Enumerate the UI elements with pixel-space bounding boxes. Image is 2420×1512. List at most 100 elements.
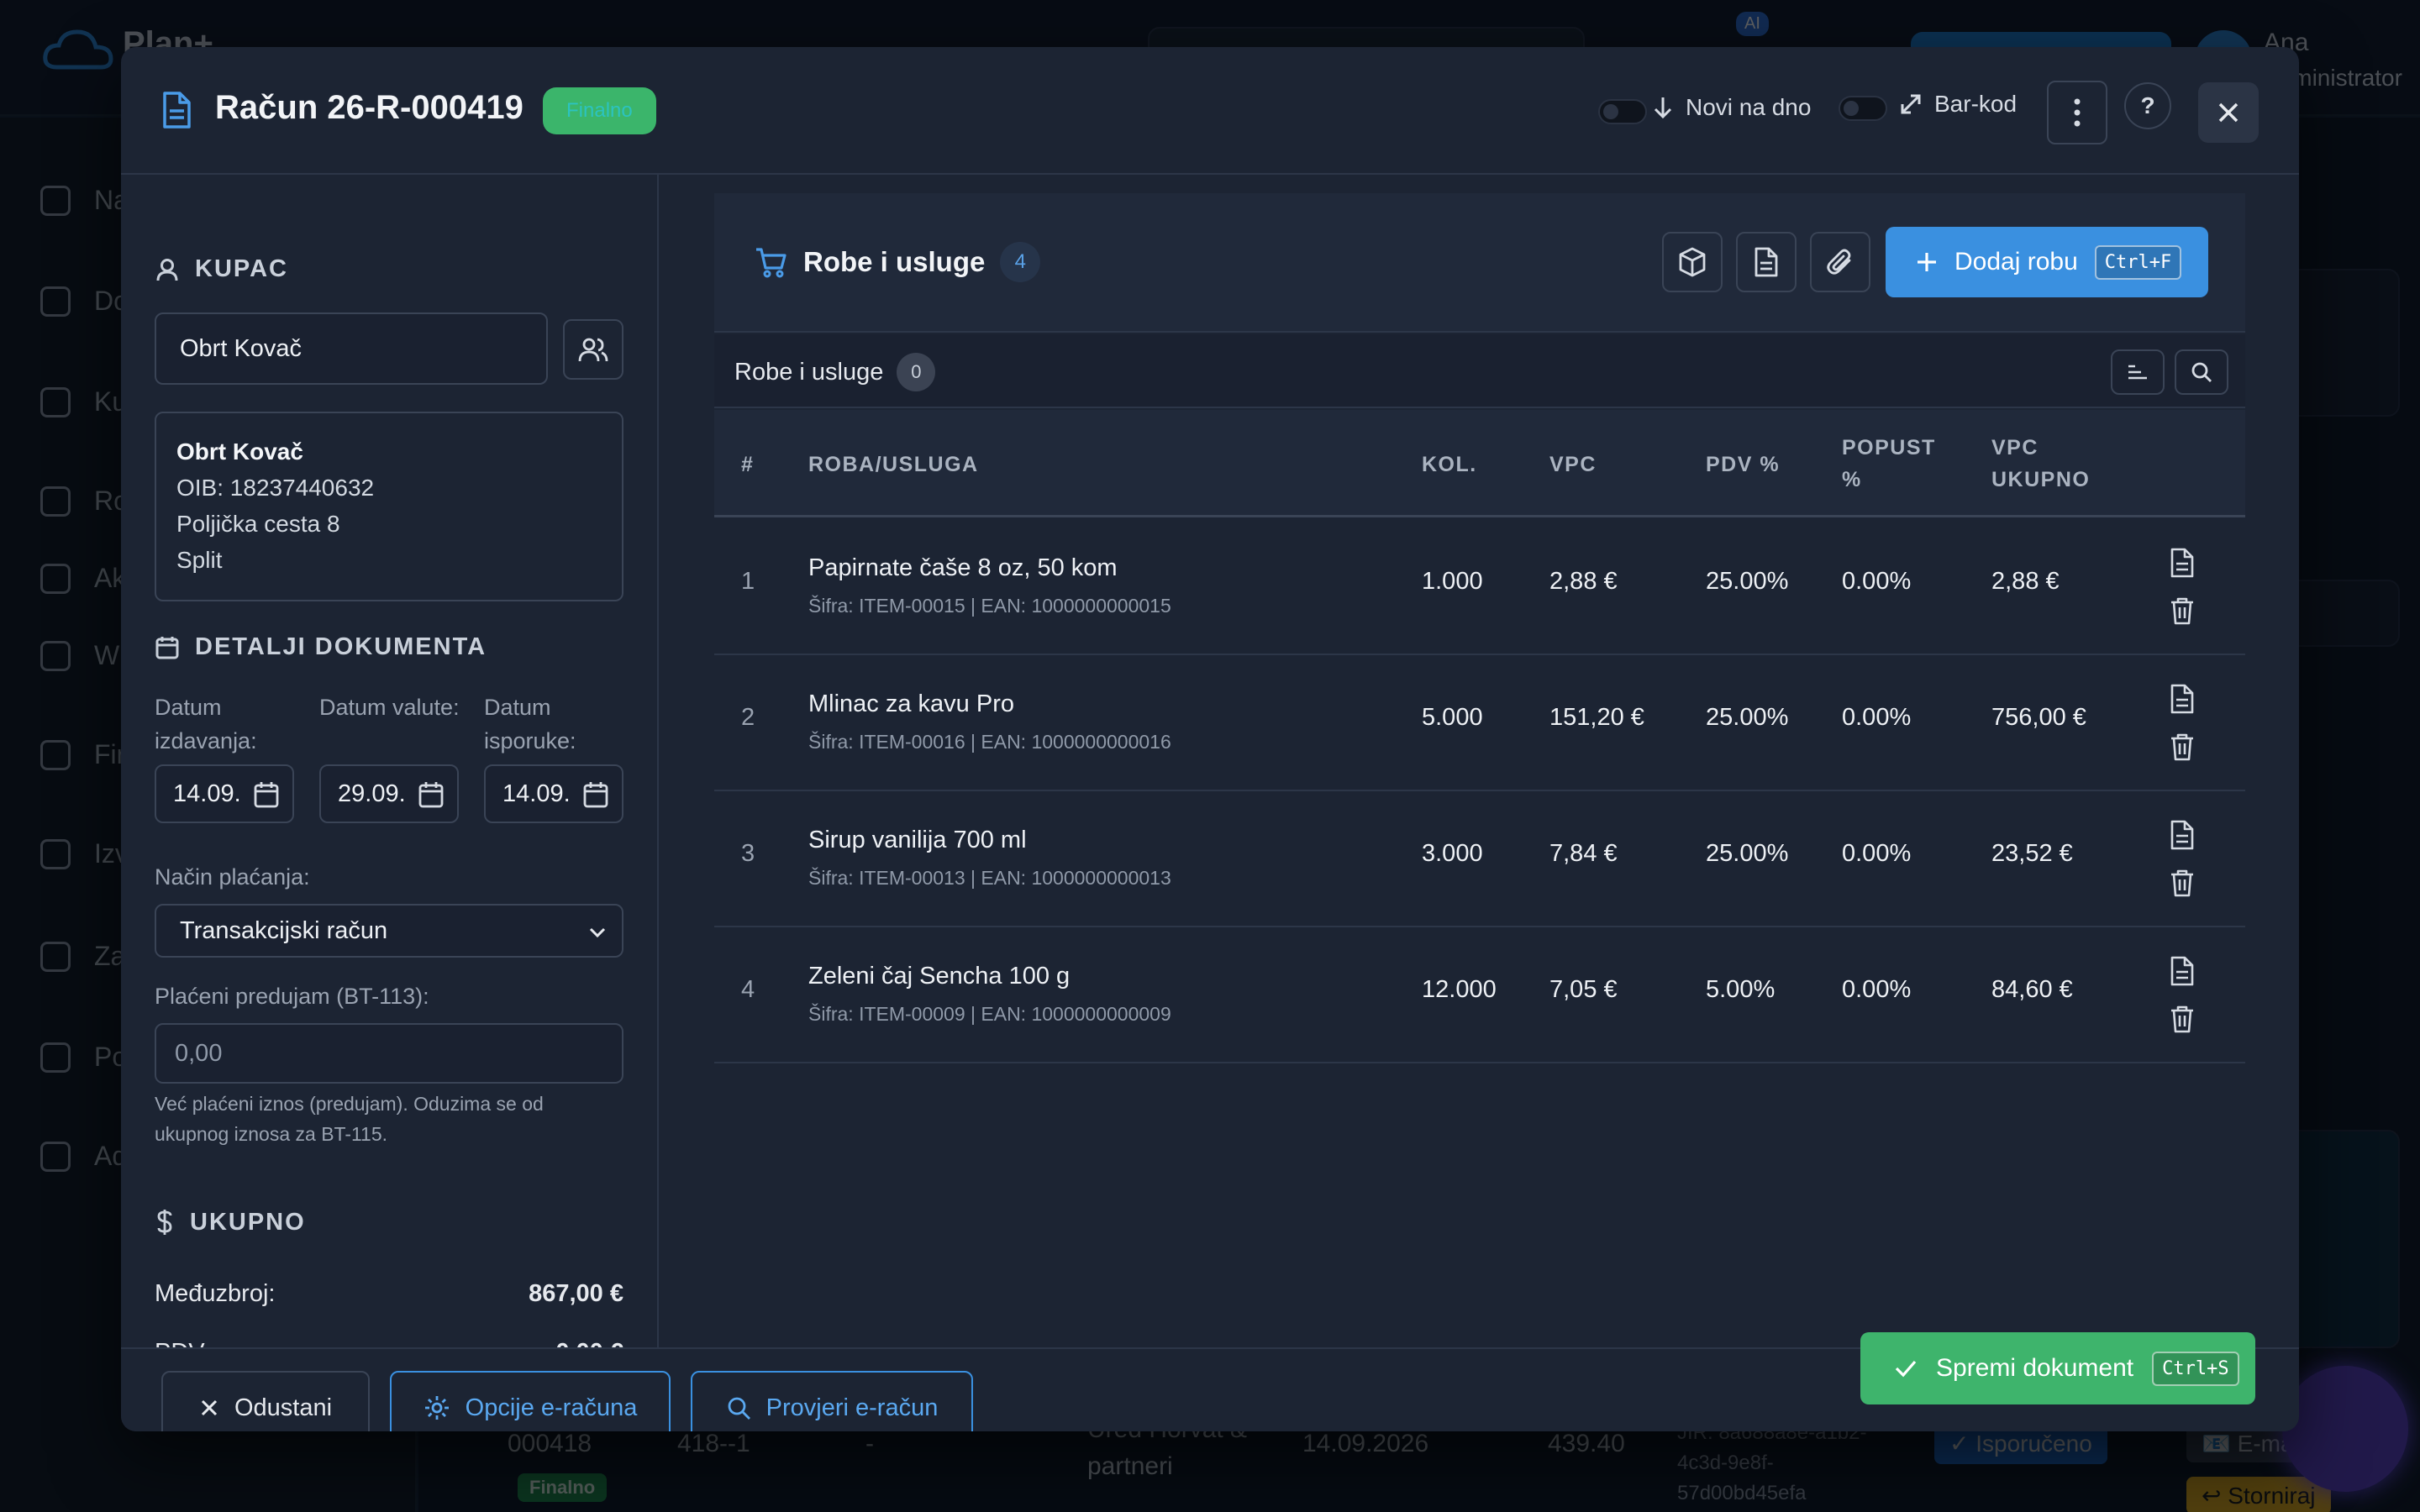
check-einvoice-button[interactable]: Provjeri e-račun: [691, 1371, 973, 1431]
items-table-header: # ROBA/USLUGA KOL. VPC PDV % POPUST % VP…: [714, 410, 2245, 517]
customer-oib: OIB: 18237440632: [176, 475, 375, 501]
vat-label: PDV:: [155, 1339, 211, 1347]
col-index: #: [741, 453, 755, 476]
issue-date-label: Datum izdavanja:: [155, 695, 257, 753]
item-vpc[interactable]: 7,84 €: [1549, 840, 1618, 868]
chevron-down-icon: [589, 927, 606, 938]
items-panel: Robe i usluge 4 Dodaj robu Ctrl+F Robe i…: [714, 193, 2245, 1347]
edit-note-icon[interactable]: [2170, 956, 2195, 986]
item-vat[interactable]: 25.00%: [1706, 568, 1788, 596]
add-item-button[interactable]: Dodaj robu Ctrl+F: [1886, 227, 2208, 297]
save-document-button[interactable]: Spremi dokument Ctrl+S: [1860, 1332, 2255, 1404]
subtotal-row: Međuzbroj: 867,00 €: [155, 1280, 623, 1308]
barcode-toggle[interactable]: [1839, 96, 1887, 121]
table-row[interactable]: 1 Papirnate čaše 8 oz, 50 kom Šifra: ITE…: [714, 519, 2245, 655]
col-name: ROBA/USLUGA: [808, 453, 979, 476]
close-button[interactable]: [2198, 82, 2259, 143]
sort-icon: [2128, 365, 2147, 380]
trash-icon[interactable]: [2170, 596, 2195, 625]
item-code: Šifra: ITEM-00009 | EAN: 1000000000009: [808, 1003, 1171, 1025]
edit-note-icon[interactable]: [2170, 548, 2195, 578]
edit-note-icon[interactable]: [2170, 684, 2195, 714]
users-icon: [578, 338, 608, 362]
item-vat[interactable]: 25.00%: [1706, 704, 1788, 732]
modal-header: Račun 26-R-000419 Finalno Novi na dno Ba…: [121, 47, 2299, 175]
sort-button[interactable]: [2111, 349, 2165, 395]
item-discount[interactable]: 0.00%: [1842, 704, 1911, 732]
item-total: 2,88 €: [1991, 568, 2060, 595]
table-row[interactable]: 3 Sirup vanilija 700 ml Šifra: ITEM-0001…: [714, 791, 2245, 927]
delivery-date-input[interactable]: 14.09.: [484, 764, 623, 823]
item-discount[interactable]: 0.00%: [1842, 976, 1911, 1004]
gear-icon: [424, 1396, 449, 1420]
item-discount[interactable]: 0.00%: [1842, 840, 1911, 868]
vat-value: 0,00 €: [555, 1339, 623, 1347]
dollar-icon: [157, 1210, 172, 1235]
item-vpc[interactable]: 151,20 €: [1549, 704, 1644, 732]
col-vpc: VPC: [1549, 453, 1597, 476]
add-text-line-button[interactable]: [1736, 232, 1797, 292]
trash-icon[interactable]: [2170, 1005, 2195, 1033]
items-title: Robe i usluge 4: [755, 242, 1041, 282]
totals-section-title: UKUPNO: [155, 1208, 306, 1236]
edit-note-icon[interactable]: [2170, 820, 2195, 850]
item-vpc[interactable]: 7,05 €: [1549, 976, 1618, 1004]
customer-address: Poljička cesta 8: [176, 511, 340, 537]
new-at-bottom-label: Novi na dno: [1652, 94, 1811, 121]
customer-city: Split: [176, 547, 223, 573]
issue-date-input[interactable]: 14.09.: [155, 764, 294, 823]
item-vat[interactable]: 5.00%: [1706, 976, 1775, 1004]
arrow-down-icon: [1654, 97, 1672, 119]
table-row[interactable]: 2 Mlinac za kavu Pro Šifra: ITEM-00016 |…: [714, 655, 2245, 791]
due-date-label: Datum valute:: [319, 695, 460, 720]
item-vpc[interactable]: 2,88 €: [1549, 568, 1618, 596]
cancel-button[interactable]: Odustani: [161, 1371, 370, 1431]
user-icon: [156, 258, 178, 281]
pick-customer-button[interactable]: [563, 319, 623, 380]
customer-name: Obrt Kovač: [176, 438, 303, 465]
customer-info-card: Obrt Kovač OIB: 18237440632 Poljička ces…: [155, 412, 623, 601]
barcode-label: Bar-kod: [1899, 91, 2017, 118]
trash-icon[interactable]: [2170, 732, 2195, 761]
item-qty[interactable]: 3.000: [1422, 840, 1483, 868]
due-date-input[interactable]: 29.09.: [319, 764, 459, 823]
attachment-button[interactable]: [1810, 232, 1870, 292]
invoice-modal: Račun 26-R-000419 Finalno Novi na dno Ba…: [121, 47, 2299, 1431]
customer-section-title: KUPAC: [155, 255, 288, 283]
item-qty[interactable]: 12.000: [1422, 976, 1497, 1004]
new-at-bottom-toggle[interactable]: [1598, 99, 1647, 124]
item-name: Papirnate čaše 8 oz, 50 kom: [808, 554, 1118, 581]
more-options-button[interactable]: [2047, 81, 2107, 144]
document-icon: [163, 92, 191, 129]
prepaid-input[interactable]: 0,00: [155, 1023, 623, 1084]
subtotal-value: 867,00 €: [529, 1280, 623, 1307]
einvoice-options-button[interactable]: Opcije e-računa: [390, 1371, 671, 1431]
calendar-icon[interactable]: [254, 781, 279, 808]
expand-icon: [1901, 94, 1921, 114]
add-shortcut-kbd: Ctrl+F: [2094, 244, 2182, 280]
item-qty[interactable]: 5.000: [1422, 704, 1483, 732]
product-catalog-button[interactable]: [1662, 232, 1723, 292]
trash-icon[interactable]: [2170, 869, 2195, 897]
item-discount[interactable]: 0.00%: [1842, 568, 1911, 596]
col-total: VPC UKUPNO: [1991, 436, 2091, 491]
item-vat[interactable]: 25.00%: [1706, 840, 1788, 868]
calendar-icon[interactable]: [418, 781, 444, 808]
document-icon: [1754, 247, 1778, 277]
search-button[interactable]: [2175, 349, 2228, 395]
payment-method-select[interactable]: Transakcijski račun: [155, 904, 623, 958]
item-code: Šifra: ITEM-00015 | EAN: 1000000000015: [808, 595, 1171, 617]
customer-select-field[interactable]: Obrt Kovač: [155, 312, 548, 385]
right-pane: Robe i usluge 4 Dodaj robu Ctrl+F Robe i…: [660, 175, 2299, 1347]
item-qty[interactable]: 1.000: [1422, 568, 1483, 596]
item-code: Šifra: ITEM-00013 | EAN: 1000000000013: [808, 867, 1171, 889]
item-total: 756,00 €: [1991, 704, 2086, 731]
item-name: Mlinac za kavu Pro: [808, 690, 1014, 717]
calendar-icon[interactable]: [583, 781, 608, 808]
prepaid-help-text: Već plaćeni iznos (predujam). Oduzima se…: [155, 1093, 544, 1145]
help-button[interactable]: ?: [2124, 82, 2171, 129]
search-icon: [2191, 362, 2212, 382]
close-icon: [2218, 102, 2238, 123]
items-filter-bar: Robe i usluge 0: [714, 334, 2245, 408]
table-row[interactable]: 4 Zeleni čaj Sencha 100 g Šifra: ITEM-00…: [714, 927, 2245, 1063]
